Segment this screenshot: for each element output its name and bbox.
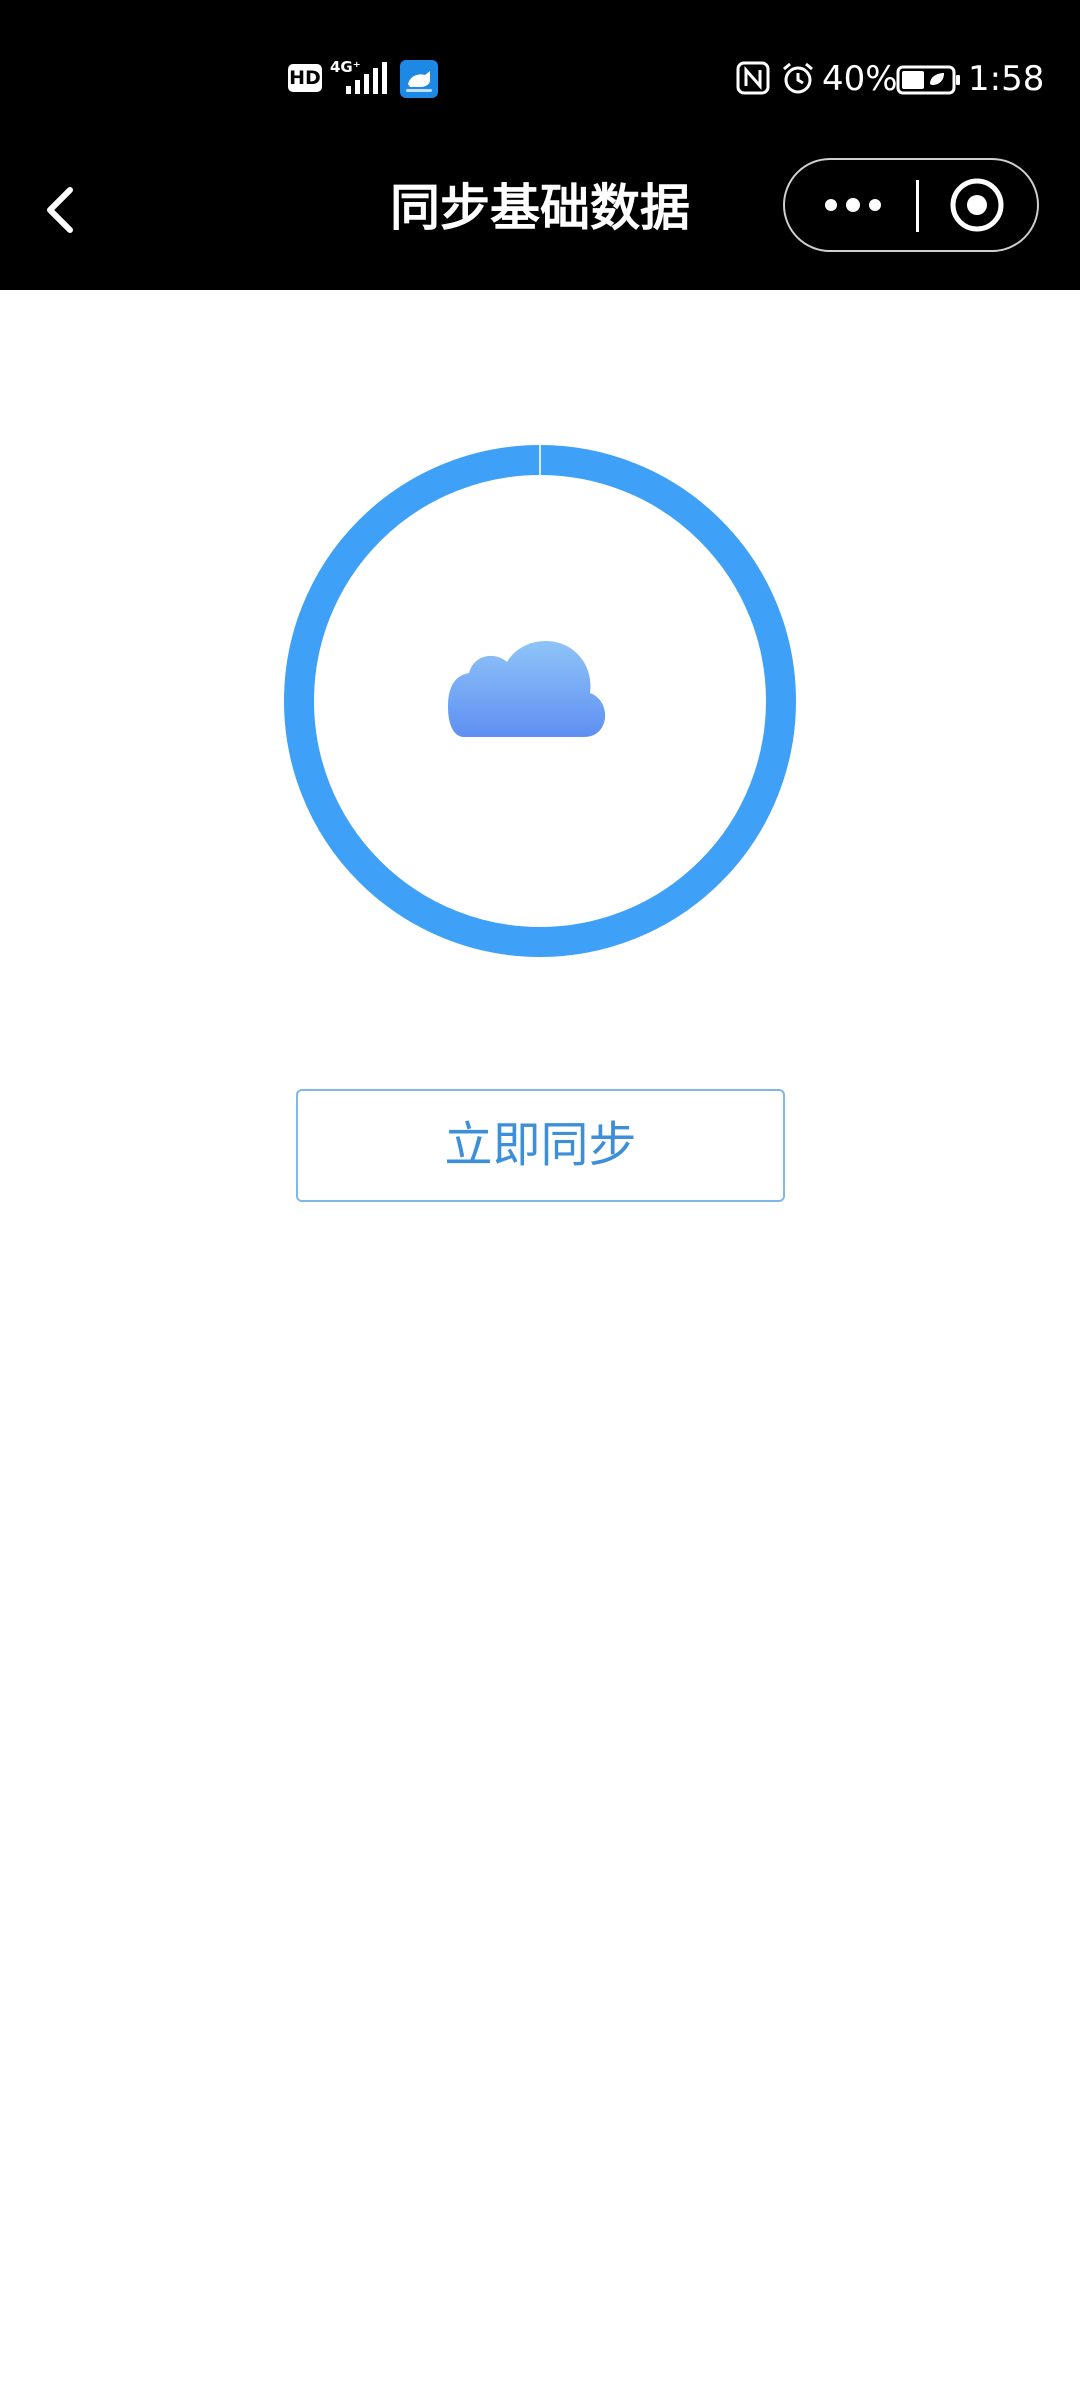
capsule-divider xyxy=(916,180,919,232)
status-bar: HD 4G⁺ 40% 1:58 xyxy=(0,0,1080,160)
cloud-icon xyxy=(448,641,606,737)
target-close-icon[interactable] xyxy=(921,160,1037,250)
battery-icon xyxy=(896,65,960,95)
alarm-icon xyxy=(783,62,813,94)
sync-now-button[interactable]: 立即同步 xyxy=(296,1089,785,1202)
more-dots-icon[interactable] xyxy=(785,160,912,250)
mini-program-capsule xyxy=(783,158,1039,252)
signal-icon xyxy=(346,62,387,94)
nfc-icon xyxy=(736,61,770,95)
clock-time: 1:58 xyxy=(968,59,1045,99)
sync-progress-ring xyxy=(284,445,796,957)
app-notification-icon xyxy=(400,60,438,98)
battery-percent: 40% xyxy=(822,59,898,99)
hd-icon: HD xyxy=(288,64,322,92)
